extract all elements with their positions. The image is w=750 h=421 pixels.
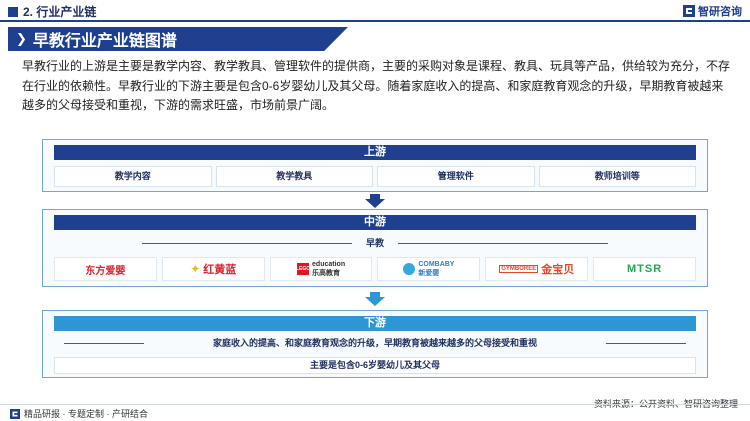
upstream-item: 教学教具	[215, 166, 373, 187]
footer-divider	[0, 404, 750, 405]
logo-subtext: 新爱婴	[418, 269, 440, 277]
downstream-item: 主要是包含0-6岁婴幼儿及其父母	[54, 357, 696, 374]
logo-text: 金宝贝	[541, 264, 575, 276]
page-title: 早教行业产业链图谱	[32, 33, 177, 50]
logo-subtext: 乐高教育	[312, 269, 341, 277]
downstream-tier: 下游 家庭收入的提高、和家庭教育观念的升级，早期教育被越来越多的父母接受和重视 …	[42, 310, 708, 378]
combaby-icon	[403, 263, 416, 275]
divider-line	[64, 343, 144, 344]
gymboree-logo: GYMBOREE 金宝贝	[485, 257, 589, 281]
upstream-item: 管理软件	[377, 166, 535, 187]
divider-line	[606, 343, 686, 344]
square-bullet-icon	[8, 6, 18, 17]
double-chevron-icon: ❯	[16, 31, 27, 46]
logo-text: MTSR	[626, 263, 663, 275]
down-arrow-icon	[365, 292, 385, 306]
down-arrow-icon	[365, 194, 385, 208]
upstream-item: 教师培训等	[538, 166, 696, 187]
title-banner: ❯ 早教行业产业链图谱	[8, 27, 348, 51]
logo-text: 红黄蓝	[203, 264, 237, 276]
brand-logo-icon	[10, 408, 20, 419]
downstream-subheader: 家庭收入的提高、和家庭教育观念的升级，早期教育被越来越多的父母接受和重视	[54, 336, 696, 351]
logo-text: COMBABY	[418, 260, 455, 268]
footer-tagline: 精品研报 · 专题定制 · 产研结合	[10, 407, 148, 420]
brand: 智研咨询	[683, 3, 742, 19]
downstream-sublabel: 家庭收入的提高、和家庭教育观念的升级，早期教育被越来越多的父母接受和重视	[212, 338, 537, 348]
downstream-header: 下游	[54, 316, 696, 331]
logo-text: 东方爱婴	[85, 265, 126, 277]
intro-paragraph: 早教行业的上游是主要是教学内容、教学教具、管理软件的提供商，主要的采购对象是课程…	[22, 59, 731, 112]
combaby-logo: COMBABY 新爱婴	[377, 257, 481, 281]
top-divider	[0, 20, 750, 22]
section-label-text: 2. 行业产业链	[23, 5, 97, 19]
upstream-items: 教学内容 教学教具 管理软件 教师培训等	[54, 166, 696, 187]
midstream-subheader: 早教	[54, 236, 696, 250]
brand-name: 智研咨询	[698, 6, 742, 18]
lego-icon: LEGO	[296, 263, 310, 275]
upstream-header: 上游	[54, 145, 696, 160]
lego-education-logo: LEGO education 乐高教育	[269, 257, 373, 281]
brand-logo-icon	[683, 5, 695, 17]
mtsr-logo: MTSR	[593, 257, 696, 281]
top-bar: 2. 行业产业链 智研咨询	[0, 0, 750, 22]
honghuanglan-logo: ✦ 红黄蓝	[161, 257, 265, 281]
divider-line	[142, 243, 352, 244]
logo-tag: GYMBOREE	[499, 265, 539, 273]
upstream-tier: 上游 教学内容 教学教具 管理软件 教师培训等	[42, 139, 708, 192]
company-logo-row: 东方爱婴 ✦ 红黄蓝 LEGO education 乐高教育 COMBABY 新…	[54, 257, 696, 281]
dongfang-aiying-logo: 东方爱婴	[54, 257, 157, 281]
upstream-item: 教学内容	[54, 166, 212, 187]
midstream-header: 中游	[54, 215, 696, 230]
midstream-sublabel: 早教	[365, 238, 384, 248]
divider-line	[398, 243, 608, 244]
star-icon: ✦	[190, 262, 201, 276]
section-label: 2. 行业产业链	[8, 3, 96, 20]
midstream-tier: 中游 早教 东方爱婴 ✦ 红黄蓝 LEGO education 乐高教育 COM…	[42, 209, 708, 287]
footer-tagline-text: 精品研报 · 专题定制 · 产研结合	[24, 409, 148, 419]
logo-text: education	[312, 260, 346, 268]
